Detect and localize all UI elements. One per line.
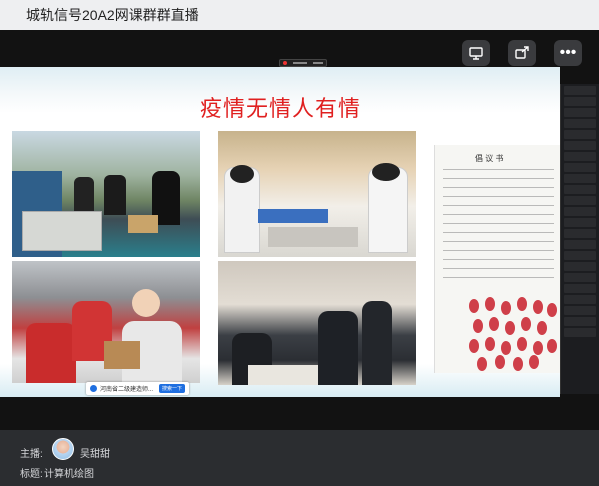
presenter-side-panel[interactable] bbox=[560, 84, 599, 394]
more-icon: ••• bbox=[559, 44, 577, 61]
letter-handwriting bbox=[443, 169, 554, 286]
share-screen-icon bbox=[469, 47, 483, 60]
topic-label: 标题: bbox=[20, 469, 43, 480]
photo-volunteers-truck bbox=[12, 131, 200, 257]
window-title: 城轨信号20A2网课群群直播 bbox=[26, 7, 199, 23]
host-name[interactable]: 吴甜甜 bbox=[80, 445, 110, 460]
red-fingerprints bbox=[467, 295, 557, 371]
handwritten-letter: 倡 议 书 bbox=[434, 145, 560, 373]
popout-button[interactable] bbox=[508, 40, 536, 66]
taskbar-search-popup[interactable]: 河南省二级建造师... 搜索一下 bbox=[86, 382, 190, 395]
photo-canteen-workers bbox=[218, 131, 416, 257]
more-button[interactable]: ••• bbox=[554, 40, 582, 66]
stream-info-bar: 主播: 吴甜甜 标题: 计算机绘图 bbox=[0, 430, 599, 486]
popout-icon bbox=[515, 46, 529, 59]
slide-heading: 疫情无情人有情 bbox=[200, 97, 362, 122]
search-button[interactable]: 搜索一下 bbox=[159, 384, 186, 393]
avatar[interactable] bbox=[52, 438, 74, 460]
topic-title: 计算机绘图 bbox=[44, 469, 94, 480]
photo-kitchen-staff bbox=[218, 261, 416, 385]
presentation-slide: 疫情无情人有情 倡 议 书 bbox=[0, 67, 560, 397]
share-screen-button[interactable] bbox=[462, 40, 490, 66]
letter-title: 倡 议 书 bbox=[475, 154, 504, 163]
popup-text: 河南省二级建造师... bbox=[100, 387, 154, 393]
window-titlebar: 城轨信号20A2网课群群直播 bbox=[0, 0, 599, 30]
record-dot-icon bbox=[283, 61, 287, 65]
photo-volunteers-packing bbox=[12, 261, 200, 383]
browser-icon bbox=[90, 385, 97, 392]
host-label: 主播: bbox=[20, 449, 43, 460]
recording-indicator bbox=[279, 59, 327, 67]
record-bar-segment bbox=[293, 62, 307, 64]
record-bar-segment bbox=[313, 62, 323, 64]
